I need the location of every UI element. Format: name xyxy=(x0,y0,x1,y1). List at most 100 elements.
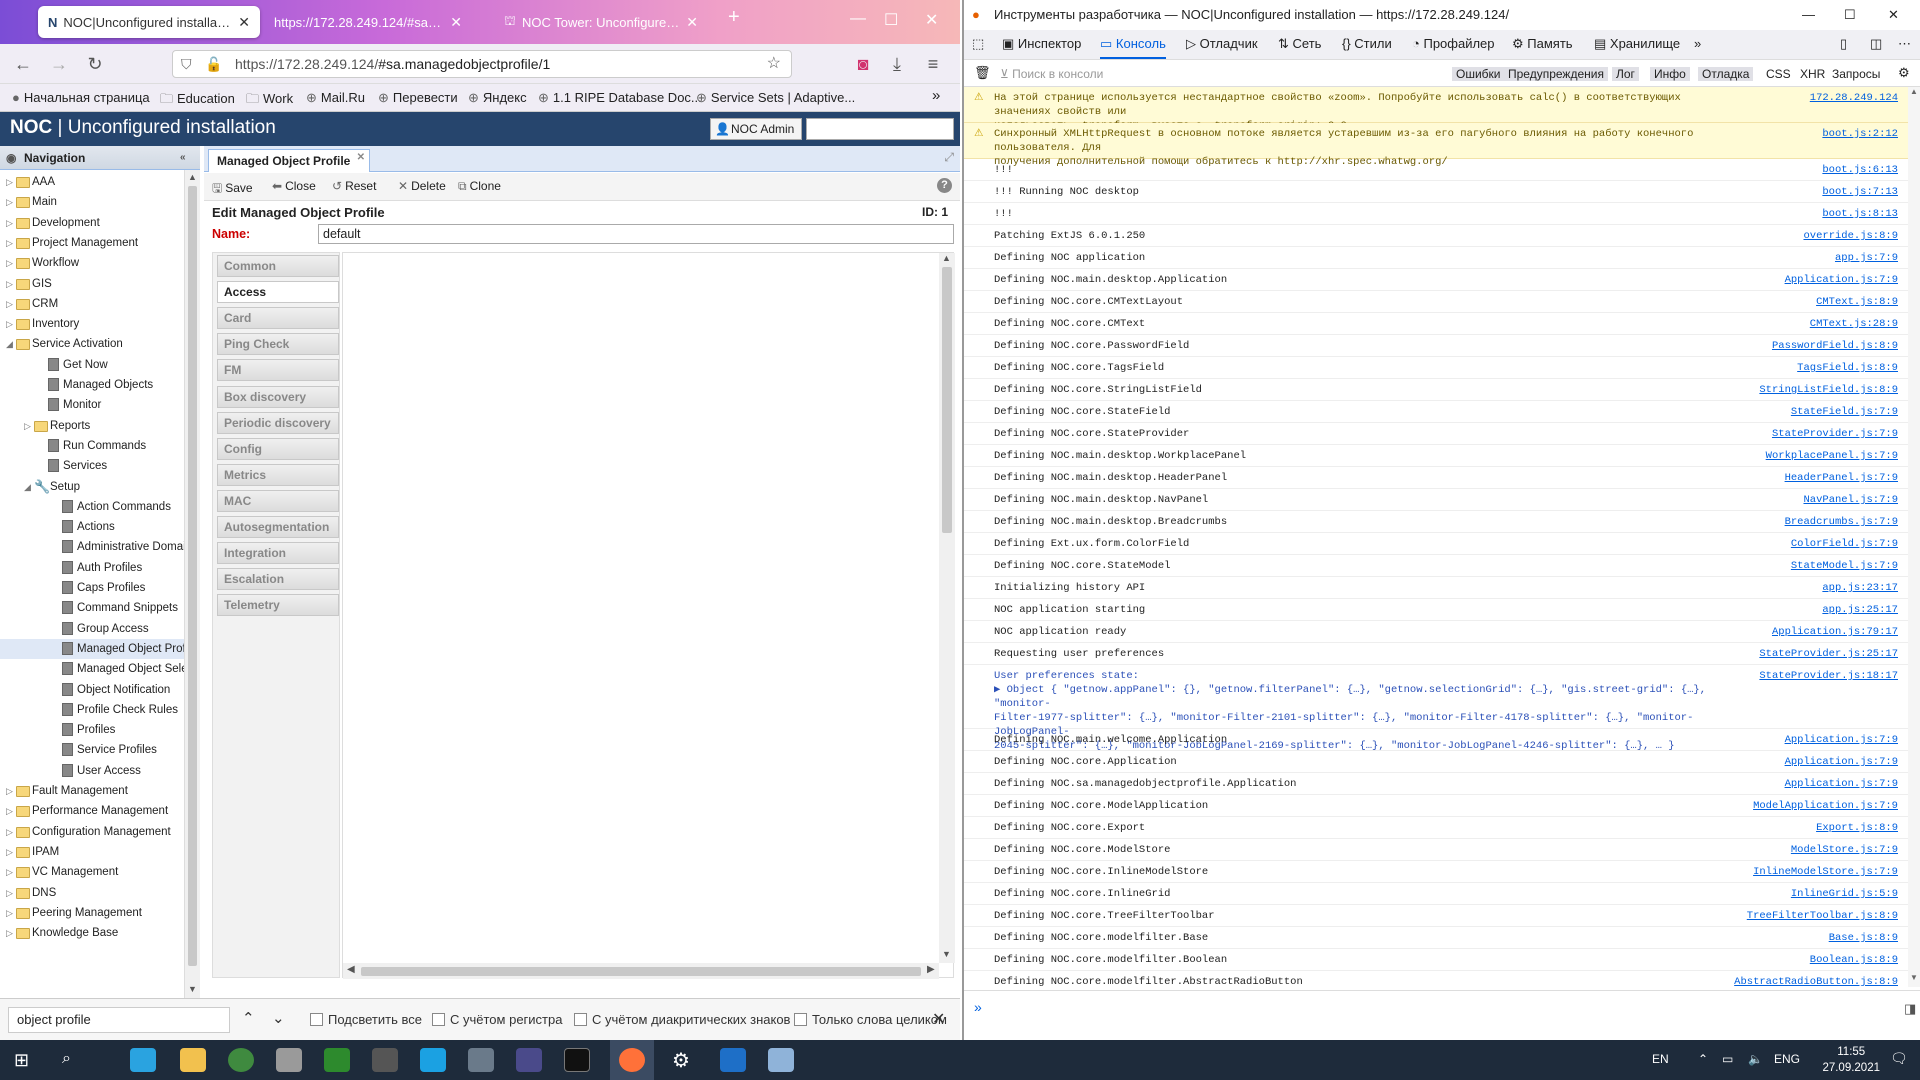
filter-css-button[interactable]: CSS xyxy=(1766,67,1791,81)
user-menu-button[interactable]: 👤 NOC Admin ▾ xyxy=(710,118,802,156)
forward-icon[interactable]: → xyxy=(46,52,72,76)
pick-element-icon[interactable]: ⬚ xyxy=(972,36,984,52)
console-source-link[interactable]: TagsField.js:8:9 xyxy=(1797,361,1898,375)
name-input[interactable]: default xyxy=(318,224,954,244)
nav-item[interactable]: ◢ Service Activation xyxy=(0,334,184,354)
tab-memory[interactable]: ⚙ Память xyxy=(1512,36,1573,52)
console-source-link[interactable]: Application.js:7:9 xyxy=(1785,733,1898,747)
filter-errors-button[interactable]: Ошибки xyxy=(1452,67,1505,81)
pocket-icon[interactable]: ◙ xyxy=(850,52,876,76)
back-icon[interactable]: ← xyxy=(10,52,36,76)
nav-item[interactable]: Object Notification xyxy=(0,680,184,700)
nav-item[interactable]: Profile Check Rules xyxy=(0,700,184,720)
console-source-link[interactable]: PasswordField.js:8:9 xyxy=(1772,339,1898,353)
nav-item[interactable]: User Access xyxy=(0,761,184,781)
dock-icon[interactable]: ▯ xyxy=(1840,36,1847,52)
nav-item[interactable]: ◢ 🔧 Setup xyxy=(0,477,184,497)
console-source-link[interactable]: StateModel.js:7:9 xyxy=(1791,559,1898,573)
app-icon[interactable] xyxy=(468,1048,494,1072)
nav-item[interactable]: ▷ Project Management xyxy=(0,233,184,253)
side-tab[interactable]: Escalation xyxy=(217,568,339,591)
app-icon[interactable] xyxy=(768,1048,794,1072)
collapsed-arrow-icon[interactable]: ▷ xyxy=(6,213,13,233)
collapsed-arrow-icon[interactable]: ▷ xyxy=(6,862,13,882)
side-tab[interactable]: Integration xyxy=(217,542,339,565)
collapsed-arrow-icon[interactable]: ▷ xyxy=(6,822,13,842)
close-tab-icon[interactable]: ✕ xyxy=(686,14,698,31)
nav-item[interactable]: ▷ Development xyxy=(0,213,184,233)
side-tab[interactable]: FM xyxy=(217,359,339,382)
browser-tab[interactable]: ⛫ NOC Tower: Unconfigured installation ✕ xyxy=(494,6,708,38)
bookmark-item[interactable]: ● Начальная страница xyxy=(12,90,150,105)
system-clock[interactable]: 11:55 27.09.2021 xyxy=(1822,1044,1880,1076)
console-source-link[interactable]: boot.js:8:13 xyxy=(1822,207,1898,221)
close-window-icon[interactable]: ✕ xyxy=(1888,0,1899,30)
scroll-right-icon[interactable]: ▶ xyxy=(927,964,935,975)
editor-mode-icon[interactable]: ◨ xyxy=(1904,1001,1916,1017)
find-input[interactable]: object profile xyxy=(8,1007,230,1033)
more-bookmarks-icon[interactable]: » xyxy=(932,87,940,104)
nav-item[interactable]: ▷ DNS xyxy=(0,883,184,903)
console-source-link[interactable]: Boolean.js:8:9 xyxy=(1810,953,1898,967)
browser-tab[interactable]: https://172.28.249.124/#sa.managedobject… xyxy=(264,6,472,38)
nav-item[interactable]: Administrative Domains xyxy=(0,537,184,557)
collapsed-arrow-icon[interactable]: ▷ xyxy=(6,903,13,923)
minimize-icon[interactable]: — xyxy=(1802,0,1815,30)
console-source-link[interactable]: app.js:7:9 xyxy=(1835,251,1898,265)
nav-item[interactable]: ▷ Workflow xyxy=(0,253,184,273)
close-button[interactable]: ⬅ Close xyxy=(272,179,316,193)
app-icon[interactable] xyxy=(720,1048,746,1072)
collapsed-arrow-icon[interactable]: ▷ xyxy=(6,883,13,903)
notifications-icon[interactable]: 🗨 xyxy=(1890,1050,1908,1067)
reset-button[interactable]: ↺ Reset xyxy=(332,179,376,193)
nav-item[interactable]: ▷ Inventory xyxy=(0,314,184,334)
console-source-link[interactable]: app.js:25:17 xyxy=(1822,603,1898,617)
new-tab-icon[interactable]: + xyxy=(728,6,740,29)
fullscreen-icon[interactable]: ⤢ xyxy=(944,150,954,165)
console-source-link[interactable]: NavPanel.js:7:9 xyxy=(1803,493,1898,507)
input-language-indicator[interactable]: EN xyxy=(1652,1052,1669,1066)
collapsed-arrow-icon[interactable]: ▷ xyxy=(6,842,13,862)
network-tray-icon[interactable]: ▭ xyxy=(1722,1052,1733,1066)
collapsed-arrow-icon[interactable]: ▷ xyxy=(6,801,13,821)
console-source-link[interactable]: Application.js:7:9 xyxy=(1785,273,1898,287)
image-viewer-icon[interactable] xyxy=(372,1048,398,1072)
filter-info-button[interactable]: Инфо xyxy=(1650,67,1690,81)
console-source-link[interactable]: ModelApplication.js:7:9 xyxy=(1753,799,1898,813)
filter-xhr-button[interactable]: XHR xyxy=(1800,67,1825,81)
side-tab[interactable]: MAC xyxy=(217,489,339,512)
bookmark-item[interactable]: ⊕ Перевести xyxy=(378,90,458,106)
console-source-link[interactable]: InlineGrid.js:5:9 xyxy=(1791,887,1898,901)
console-scrollbar[interactable]: ▲ ▼ xyxy=(1908,87,1920,987)
nav-item[interactable]: ▷ Fault Management xyxy=(0,781,184,801)
notepad-plus-icon[interactable] xyxy=(324,1048,350,1072)
find-next-icon[interactable]: ⌄ xyxy=(272,1009,285,1027)
nav-item[interactable]: Services xyxy=(0,456,184,476)
nav-item[interactable]: Action Commands xyxy=(0,497,184,517)
nav-item[interactable]: ▷ Performance Management xyxy=(0,801,184,821)
console-source-link[interactable]: StateProvider.js:18:17 xyxy=(1759,669,1898,683)
scroll-down-icon[interactable]: ▼ xyxy=(188,984,197,994)
bookmark-star-icon[interactable]: ☆ xyxy=(767,51,781,77)
console-source-link[interactable]: StringListField.js:8:9 xyxy=(1759,383,1898,397)
terminal-icon[interactable] xyxy=(564,1048,590,1072)
nav-item[interactable]: Profiles xyxy=(0,720,184,740)
console-settings-icon[interactable]: ⚙ xyxy=(1898,65,1910,81)
nav-item[interactable]: ▷ Reports xyxy=(0,416,184,436)
tab-console[interactable]: ▭ Консоль xyxy=(1100,36,1166,59)
scroll-up-icon[interactable]: ▲ xyxy=(1910,87,1918,96)
filter-warnings-button[interactable]: Предупреждения xyxy=(1504,67,1608,81)
filter-input[interactable]: ⊻ Поиск в консоли xyxy=(1000,67,1103,81)
nav-item[interactable]: Managed Objects xyxy=(0,375,184,395)
console-source-link[interactable]: app.js:23:17 xyxy=(1822,581,1898,595)
console-source-link[interactable]: InlineModelStore.js:7:9 xyxy=(1753,865,1898,879)
maximize-icon[interactable]: ☐ xyxy=(884,10,898,30)
collapsed-arrow-icon[interactable]: ▷ xyxy=(6,172,13,192)
nav-item[interactable]: Get Now xyxy=(0,355,184,375)
navigation-scrollbar[interactable]: ▲ ▼ xyxy=(184,170,200,998)
browser-tab-active[interactable]: N NOC|Unconfigured installation ✕ xyxy=(38,6,260,38)
side-tab[interactable]: Ping Check xyxy=(217,333,339,356)
nav-item[interactable]: Managed Object Selectors xyxy=(0,659,184,679)
console-input[interactable]: » ◨ xyxy=(964,990,1920,1040)
console-source-link[interactable]: StateProvider.js:25:17 xyxy=(1759,647,1898,661)
